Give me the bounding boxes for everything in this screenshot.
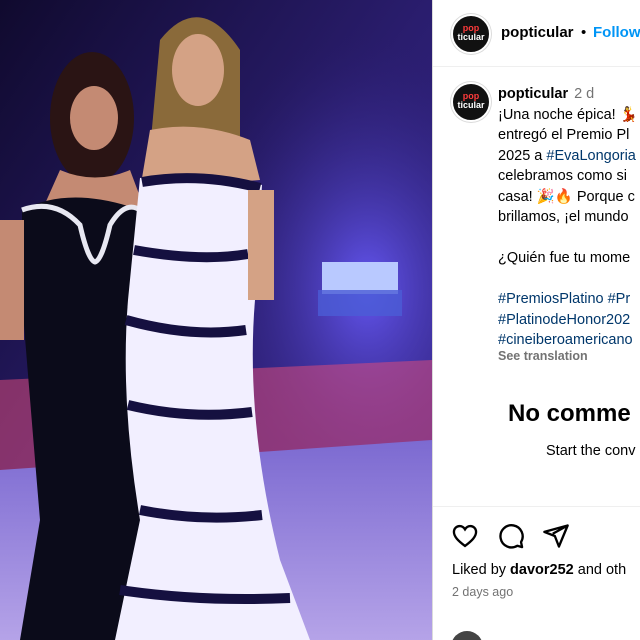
account-username[interactable]: popticular (501, 24, 574, 41)
caption-avatar-logo: pop ticular (457, 91, 485, 110)
hashtag-link[interactable]: #PlatinodeHonor202 (498, 310, 640, 331)
post-header: pop ticular popticular • Follow (433, 0, 640, 67)
caption-line: celebramos como si (498, 168, 627, 184)
comment-avatar (451, 631, 483, 640)
account-avatar[interactable]: pop ticular (451, 14, 491, 54)
caption-line: casa! 🎉🔥 Porque c (498, 188, 635, 205)
liked-by-user[interactable]: davor252 (510, 562, 574, 578)
post-caption: popticular 2 d ¡Una noche épica! 💃 entreg… (498, 84, 640, 351)
post-photo[interactable] (0, 0, 432, 640)
start-conversation-text: Start the conv (546, 443, 636, 459)
share-icon[interactable] (542, 522, 570, 550)
heart-icon[interactable] (451, 522, 479, 550)
caption-line: 2025 a (498, 147, 547, 164)
photo-scene (0, 0, 432, 640)
caption-line: ¿Quién fue tu mome (498, 250, 631, 266)
hashtag-link[interactable]: #cineiberoamericano (498, 330, 640, 351)
mention-link[interactable]: #EvaLongoria (546, 148, 636, 164)
liked-by-text: Liked by davor252 and oth (452, 562, 627, 578)
caption-username[interactable]: popticular (498, 86, 568, 102)
post-side-panel: pop ticular popticular • Follow pop ticu… (432, 0, 640, 640)
caption-avatar[interactable]: pop ticular (451, 82, 491, 122)
post-timestamp[interactable]: 2 days ago (452, 585, 513, 599)
post-actions: Liked by davor252 and oth 2 days ago (433, 506, 640, 640)
caption-blank-line (498, 228, 640, 249)
follow-button[interactable]: Follow (593, 24, 640, 41)
comment-icon[interactable] (497, 522, 525, 550)
caption-time[interactable]: 2 d (574, 86, 594, 102)
caption-line: entregó el Premio Pl (498, 127, 630, 143)
separator-dot: • (581, 24, 587, 41)
caption-line: ¡Una noche épica! 💃 (498, 106, 638, 123)
see-translation-link[interactable]: See translation (498, 349, 588, 363)
hashtag-link[interactable]: #PremiosPlatino #Pr (498, 289, 640, 310)
caption-blank-line (498, 269, 640, 290)
no-comments-heading: No comme (508, 400, 631, 427)
account-logo: pop ticular (457, 23, 485, 42)
caption-line: brillamos, ¡el mundo (498, 209, 629, 225)
